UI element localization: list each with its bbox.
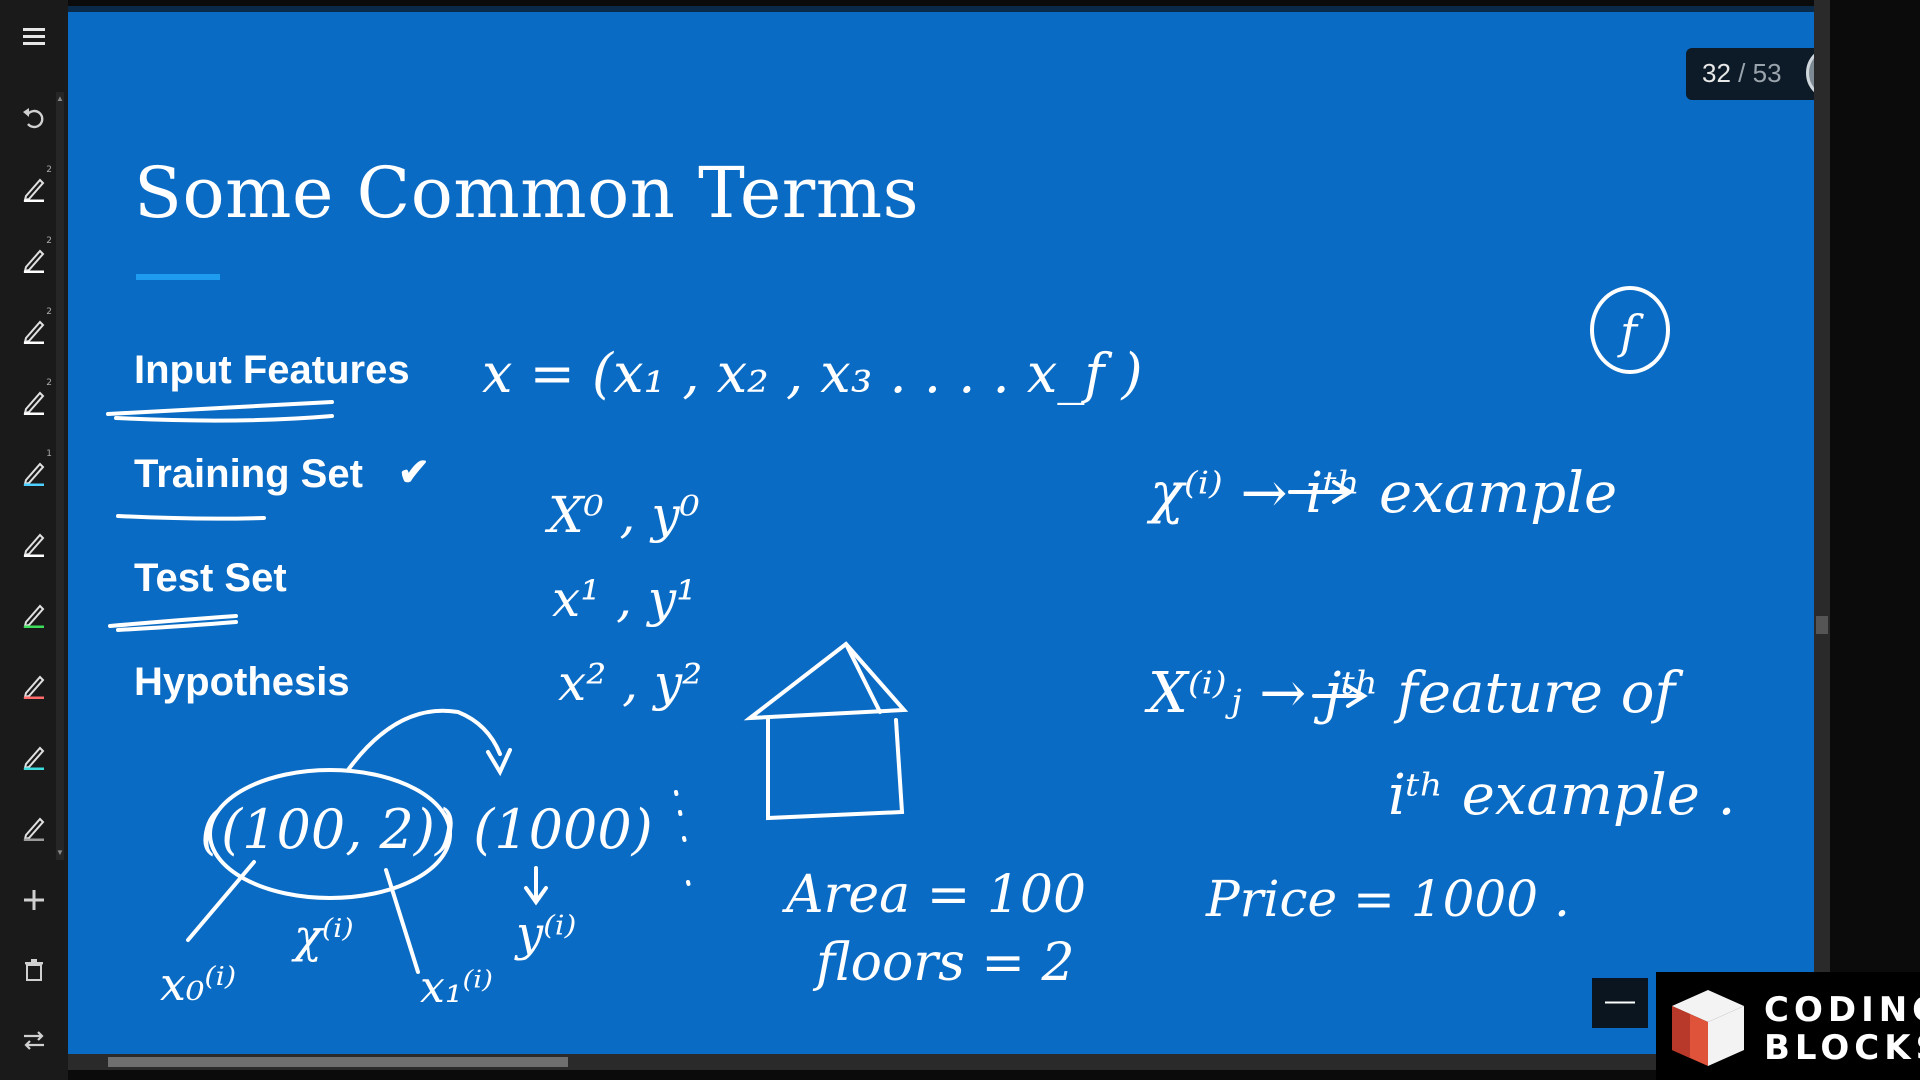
pen-icon-glyph xyxy=(23,178,45,202)
toolbar-scrollbar[interactable]: ▲ ▼ xyxy=(56,92,64,860)
pen-icon[interactable]: 1 xyxy=(14,449,54,492)
scroll-up-icon[interactable]: ▲ xyxy=(56,94,64,104)
pen-icon[interactable]: 2 xyxy=(14,236,54,279)
slide-counter-text: 32 / 53 xyxy=(1702,58,1782,89)
feature-vector-ink: x = (x₁ , x₂ , x₃ . . . . x_f ) xyxy=(482,342,1143,405)
undo-icon-glyph xyxy=(23,108,44,129)
settings-ring-icon[interactable] xyxy=(1806,46,1814,100)
pen-icon-glyph xyxy=(23,462,45,486)
house-walls xyxy=(766,716,905,821)
swap-icon[interactable] xyxy=(14,1020,54,1060)
underline-training-set xyxy=(116,514,266,521)
pen-icon[interactable]: 2 xyxy=(14,165,54,208)
x1-label: 𝑥₁⁽ⁱ⁾ xyxy=(420,962,493,1013)
pen-icon-glyph xyxy=(23,320,45,344)
plus-icon-glyph xyxy=(24,890,44,910)
vertical-scrollbar[interactable] xyxy=(1814,0,1830,1060)
training-pair-2: x² , y² xyxy=(558,654,702,712)
pen-icon[interactable] xyxy=(14,665,54,705)
pen-size-label: 2 xyxy=(46,236,52,246)
trash-icon-glyph xyxy=(25,959,43,981)
pen-icon[interactable] xyxy=(14,807,54,847)
horizontal-scrollbar[interactable] xyxy=(68,1054,1814,1070)
y-arrow xyxy=(524,866,548,906)
xi-definition: χ⁽ⁱ⁾ → iᵗʰ example xyxy=(1146,461,1617,526)
vertical-scroll-thumb[interactable] xyxy=(1816,616,1828,634)
pen-icon-glyph xyxy=(23,391,45,415)
logo-text-coding: CODING xyxy=(1764,990,1920,1030)
hypothesis-example: ((100, 2)) (1000) xyxy=(200,798,653,861)
hypothesis-arc-arrow xyxy=(346,708,502,772)
horizontal-scroll-thumb[interactable] xyxy=(108,1057,568,1067)
swap-icon-glyph xyxy=(24,1031,44,1050)
pen-size-label: 2 xyxy=(46,307,52,317)
training-pair-1: x¹ , y¹ xyxy=(552,570,696,628)
total-slide-number: 53 xyxy=(1752,58,1782,88)
undo-icon[interactable] xyxy=(14,98,54,138)
xi-label: χ⁽ⁱ⁾ xyxy=(291,909,354,963)
slide-canvas[interactable]: Some Common Terms Input Features Trainin… xyxy=(68,6,1814,1060)
trash-icon[interactable] xyxy=(14,950,54,990)
pen-size-label: 2 xyxy=(46,165,52,175)
plus-icon[interactable] xyxy=(14,880,54,920)
pen-size-label: 2 xyxy=(46,378,52,388)
logo-text-blocks: BLOCKS xyxy=(1764,1028,1920,1068)
underline-input-features xyxy=(106,400,334,416)
area-label: Area = 100 xyxy=(782,865,1086,925)
x0-label: 𝑥₀⁽ⁱ⁾ xyxy=(160,957,236,1011)
menu-icon-glyph xyxy=(23,28,45,45)
xj-definition-line2: iᵗʰ example . xyxy=(1388,763,1735,828)
pen-icon[interactable] xyxy=(14,736,54,776)
floors-label: floors = 2 xyxy=(812,933,1075,993)
pen-size-label: 1 xyxy=(46,449,52,459)
pen-icon-glyph xyxy=(23,746,45,770)
ink-annotations: x = (x₁ , x₂ , x₃ . . . . x_f ) f X⁰ , y… xyxy=(106,286,1735,1013)
pen-icon[interactable]: 2 xyxy=(14,378,54,421)
price-label: Price = 1000 . xyxy=(1205,870,1570,928)
pen-icon-glyph xyxy=(23,817,45,841)
current-slide-number: 32 xyxy=(1702,58,1731,88)
minimize-button[interactable]: — xyxy=(1592,978,1648,1028)
training-pair-0: X⁰ , y⁰ xyxy=(544,486,700,544)
pen-icon-glyph xyxy=(23,249,45,273)
menu-icon[interactable] xyxy=(14,16,54,56)
coding-blocks-logo: CODING BLOCKS xyxy=(1656,972,1920,1080)
pen-icon[interactable] xyxy=(14,523,54,563)
f-circle-label: f xyxy=(1617,305,1644,359)
pen-icon[interactable] xyxy=(14,594,54,634)
tool-sidebar: 2 2 2 2 1 ▲ ▼ xyxy=(0,0,68,1080)
cube-logo-icon xyxy=(1672,990,1744,1066)
slide-counter: 32 / 53 xyxy=(1686,46,1814,100)
scroll-down-icon[interactable]: ▼ xyxy=(56,848,64,858)
counter-separator: / xyxy=(1738,58,1746,88)
pen-icon-glyph xyxy=(23,675,45,699)
pen-icon-glyph xyxy=(23,604,45,628)
xj-definition-line1: X⁽ⁱ⁾ⱼ → jᵗʰ feature of xyxy=(1144,661,1684,726)
x0-arrow xyxy=(186,860,256,942)
yi-label: y⁽ⁱ⁾ xyxy=(514,906,576,962)
pen-icon-glyph xyxy=(23,533,45,557)
house-roof xyxy=(743,641,909,721)
pen-icon[interactable]: 2 xyxy=(14,307,54,350)
